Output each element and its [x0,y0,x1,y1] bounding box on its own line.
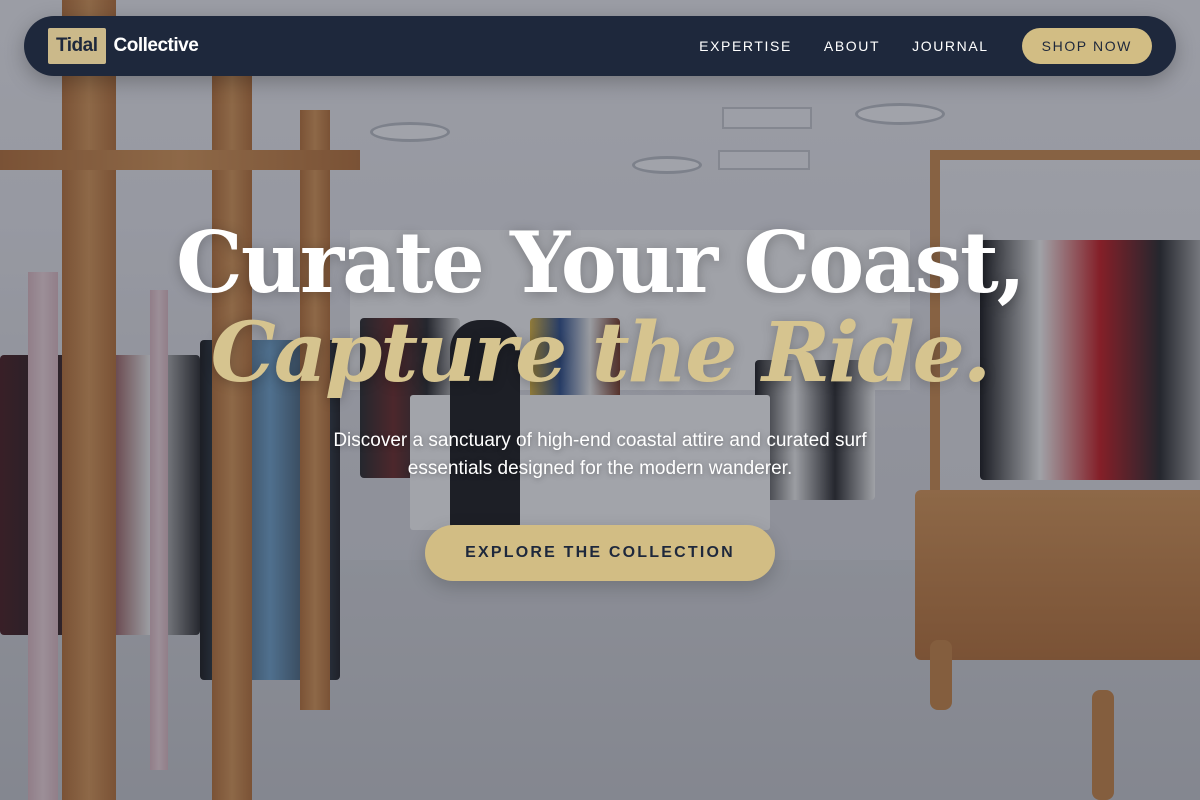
logo-wordmark: Collective [113,35,199,56]
nav-links: EXPERTISE ABOUT JOURNAL SHOP NOW [667,28,1152,64]
brand-logo[interactable]: Tidal Collective [48,28,199,64]
nav-link-journal[interactable]: JOURNAL [912,38,989,54]
top-navbar: Tidal Collective EXPERTISE ABOUT JOURNAL… [24,16,1176,76]
nav-link-about[interactable]: ABOUT [824,38,880,54]
hero-title-line2: Capture the Ride. [210,305,992,401]
hero-section: Curate Your Coast, Capture the Ride. Dis… [0,215,1200,581]
hero-title: Curate Your Coast, Capture the Ride. [0,213,1200,401]
shop-now-button[interactable]: SHOP NOW [1021,28,1152,64]
hero-subtitle: Discover a sanctuary of high-end coastal… [333,430,867,479]
hero-title-line1: Curate Your Coast, [175,213,1026,312]
nav-link-expertise[interactable]: EXPERTISE [699,38,792,54]
logo-mark: Tidal [48,28,106,64]
explore-collection-button[interactable]: EXPLORE THE COLLECTION [425,525,775,581]
